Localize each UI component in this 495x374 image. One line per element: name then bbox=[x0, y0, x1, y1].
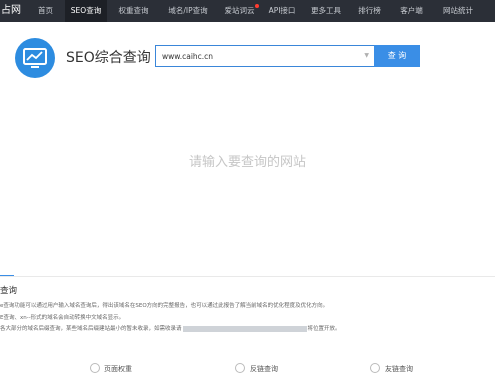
search-button[interactable]: 查 询 bbox=[374, 45, 420, 67]
nav-item-seo[interactable]: SEO查询 bbox=[65, 0, 107, 22]
nav-item-more-tools[interactable]: 更多工具 bbox=[306, 0, 346, 22]
hot-dot-icon bbox=[255, 4, 259, 8]
nav-item-word-cloud[interactable]: 爱站词云 bbox=[219, 0, 260, 22]
nav-item-client[interactable]: 客户端 bbox=[396, 0, 427, 22]
nav-item-statistics[interactable]: 网站统计 bbox=[438, 0, 478, 22]
tool-icon bbox=[235, 363, 245, 373]
site-brand[interactable]: 占网 bbox=[0, 0, 21, 22]
info-line-2: E查询、xn--形式的域名会自动转换中文域名显示。 bbox=[0, 315, 125, 321]
top-navigation-bar: 占网 首页 SEO查询 权重查询 域名/IP查询 爱站词云 API接口 更多工具… bbox=[0, 0, 495, 22]
tool-item-2[interactable]: 反链查询 bbox=[250, 364, 278, 374]
tool-icon bbox=[370, 363, 380, 373]
search-box: ▼ bbox=[155, 45, 375, 67]
nav-item-word-cloud-label: 爱站词云 bbox=[224, 6, 255, 15]
info-section-title: 查询 bbox=[0, 286, 18, 296]
bottom-tools-row: 页面权重 反链查询 友链查询 bbox=[0, 360, 495, 373]
tool-icon bbox=[90, 363, 100, 373]
info-line-1: e查询功能可以通过用户输入域名查询后，得出该域名在SEO方向的完整报告，也可以通… bbox=[0, 303, 329, 309]
tool-item-1[interactable]: 页面权重 bbox=[104, 364, 132, 374]
nav-item-domain-ip[interactable]: 域名/IP查询 bbox=[160, 0, 216, 22]
nav-item-api[interactable]: API接口 bbox=[264, 0, 300, 22]
nav-item-weight[interactable]: 权重查询 bbox=[113, 0, 154, 22]
nav-item-ranking[interactable]: 排行榜 bbox=[354, 0, 385, 22]
info-line-3-start: 各大部分的域名后缀查询，某些域名后缀建站最小的暂未收录，如需收录请 bbox=[0, 326, 182, 332]
info-line-3-end: 将位置开放。 bbox=[307, 326, 341, 332]
search-input[interactable] bbox=[156, 46, 356, 66]
dropdown-arrow-icon[interactable]: ▼ bbox=[364, 52, 369, 59]
section-divider bbox=[0, 276, 495, 277]
empty-state-text: 请输入要查询的网站 bbox=[188, 155, 306, 170]
nav-item-home[interactable]: 首页 bbox=[30, 0, 61, 22]
monitor-chart-icon bbox=[23, 48, 47, 68]
tool-item-3[interactable]: 友链查询 bbox=[385, 364, 413, 374]
seo-logo-icon bbox=[15, 38, 55, 78]
info-line-3: 各大部分的域名后缀查询，某些域名后缀建站最小的暂未收录，如需收录请 将位置开放。 bbox=[0, 324, 341, 332]
page-title: SEO综合查询 bbox=[66, 50, 151, 66]
redacted-text bbox=[182, 325, 307, 332]
